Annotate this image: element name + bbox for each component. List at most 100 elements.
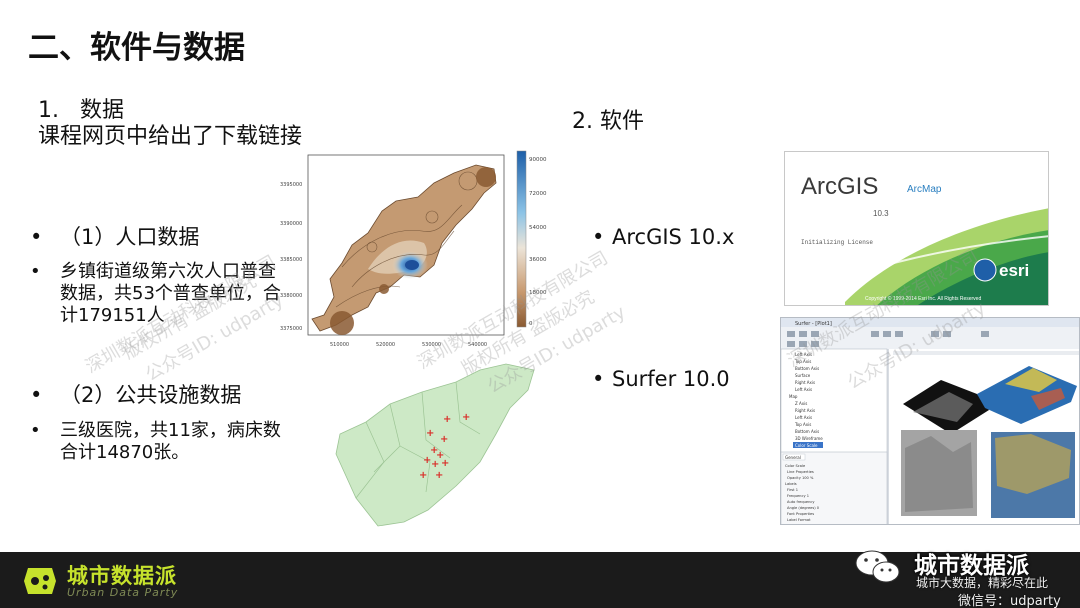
- arcgis-version: 10.3: [873, 209, 889, 218]
- tree-item[interactable]: Bottom Axis: [795, 429, 819, 434]
- bullet-text: （1）人口数据: [60, 225, 200, 249]
- x-axis-ticks: 510000 520000 530000 540000: [330, 342, 487, 348]
- slide-title: 二、软件与数据: [28, 30, 245, 66]
- horizontal-ruler: [893, 351, 1079, 355]
- surfer-screenshot: Surfer - [Plot1] Left Axis Top Axis Bott…: [780, 317, 1080, 525]
- bullet-facilities-detail: • 三级医院，共11家，病床数合计14870张。: [30, 420, 288, 464]
- property-row[interactable]: Line Properties: [787, 470, 814, 474]
- density-peak: [405, 260, 419, 270]
- hospital-marker-icon: +: [419, 470, 427, 481]
- property-row[interactable]: Auto frequency: [787, 500, 815, 504]
- x-tick: 520000: [376, 342, 395, 348]
- tree-item[interactable]: Top Axis: [794, 359, 811, 364]
- bullet-text: 乡镇街道级第六次人口普查数据，共53个普查单位，合计179151人: [60, 261, 281, 326]
- property-row[interactable]: Opacity 100 %: [787, 476, 814, 480]
- esri-logo: esri: [999, 261, 1029, 280]
- toolbar: [781, 327, 1079, 349]
- esri-globe-icon: [973, 258, 997, 282]
- wechat-badge: 城市数据派 城市大数据，精彩尽在此 微信号：udparty: [850, 540, 1080, 608]
- property-row: Labels: [785, 482, 797, 486]
- bullet-text: 三级医院，共11家，病床数合计14870张。: [60, 420, 281, 463]
- tree-item[interactable]: Left Axis: [795, 415, 812, 420]
- tree-item[interactable]: Surface: [795, 373, 811, 378]
- x-tick: 510000: [330, 342, 349, 348]
- wechat-slogan: 城市大数据，精彩尽在此: [916, 576, 1049, 590]
- arcgis-splash-svg: ArcGIS ArcMap 10.3 Initializing License …: [785, 152, 1048, 305]
- hospital-marker-icon: +: [441, 458, 449, 469]
- property-row: Color Scale: [785, 464, 806, 468]
- data-section: 1. 数据 课程网页中给出了下载链接: [38, 98, 302, 150]
- bullet-text: （2）公共设施数据: [60, 383, 242, 407]
- wechat-id: 微信号：udparty: [958, 594, 1061, 608]
- tree-item[interactable]: Bottom Axis: [795, 366, 819, 371]
- legend-tick: 18000: [529, 290, 547, 296]
- logo-shape: [24, 568, 56, 594]
- tree-item[interactable]: Right Axis: [795, 408, 815, 413]
- bullet-population-detail: • 乡镇街道级第六次人口普查数据，共53个普查单位，合计179151人: [30, 261, 288, 327]
- footer-tagline: Urban Data Party: [67, 586, 179, 599]
- property-row[interactable]: Label Format: [787, 518, 811, 522]
- legend-tick: 36000: [529, 257, 547, 263]
- bullet-marker: •: [30, 261, 41, 282]
- udp-logo-icon: [22, 564, 58, 598]
- property-row[interactable]: Frequency 1: [787, 494, 809, 498]
- shaded-relief-texture: [905, 436, 973, 512]
- bullet-surfer: • Surfer 10.0: [592, 366, 730, 392]
- hospital-marker-icon: +: [431, 459, 439, 470]
- legend-tick: 54000: [529, 225, 547, 231]
- y-tick: 3375000: [280, 326, 302, 332]
- bullet-marker: •: [592, 225, 605, 249]
- tree-item[interactable]: Top Axis: [794, 422, 811, 427]
- tree-item-selected[interactable]: Color Scale: [795, 443, 818, 448]
- wechat-bubble-small: [872, 561, 900, 583]
- legend-tick: 72000: [529, 191, 547, 197]
- udp-logo-svg: [24, 568, 56, 594]
- tree-item[interactable]: Z Axis: [795, 401, 807, 406]
- data-subtitle: 课程网页中给出了下载链接: [38, 124, 303, 149]
- license-status: Initializing License: [801, 239, 873, 246]
- bullet-population: • （1）人口数据: [30, 224, 199, 250]
- y-axis-ticks: 3395000 3390000 3385000 3380000 3375000: [280, 182, 302, 332]
- bullet-text: ArcGIS 10.x: [612, 225, 735, 249]
- surfer-window-svg: Surfer - [Plot1] Left Axis Top Axis Bott…: [781, 318, 1079, 524]
- tree-item[interactable]: Left Axis: [795, 352, 812, 357]
- hospital-marker-icon: +: [462, 412, 470, 423]
- logo-dot: [42, 584, 48, 590]
- tree-item[interactable]: Map: [789, 394, 798, 399]
- tree-item[interactable]: Left Axis: [795, 387, 812, 392]
- property-row[interactable]: Font Properties: [787, 512, 814, 516]
- tree-item[interactable]: 3D Wireframe: [795, 436, 823, 441]
- property-row[interactable]: Angle (degrees) 0: [787, 506, 820, 510]
- property-row[interactable]: First 1: [787, 488, 798, 492]
- color-legend-bar: [516, 150, 527, 328]
- bullet-marker: •: [592, 367, 605, 391]
- arcgis-splash-screen: ArcGIS ArcMap 10.3 Initializing License …: [784, 151, 1049, 306]
- population-density-map: 3395000 3390000 3385000 3380000 3375000 …: [272, 147, 552, 355]
- y-tick: 3380000: [280, 293, 302, 299]
- arcmap-product: ArcMap: [907, 184, 942, 195]
- hospital-marker-icon: +: [435, 470, 443, 481]
- hospital-marker-icon: +: [440, 434, 448, 445]
- legend-tick: 0: [529, 321, 533, 327]
- software-heading: 2. 软件: [572, 109, 644, 134]
- legend-tick: 90000: [529, 157, 547, 163]
- logo-dot: [31, 577, 39, 585]
- tab-general-label: General: [785, 455, 801, 460]
- copyright-text: Copyright © 1999-2014 Esri Inc. All Righ…: [865, 295, 981, 302]
- y-tick: 3385000: [280, 257, 302, 263]
- bullet-marker: •: [30, 383, 43, 407]
- bullet-marker: •: [30, 420, 41, 441]
- hospital-location-map: + + + + + + + + + + +: [330, 362, 545, 530]
- bullet-marker: •: [30, 225, 43, 249]
- x-tick: 530000: [422, 342, 441, 348]
- hospital-marker-icon: +: [443, 414, 451, 425]
- hospital-marker-icon: +: [426, 428, 434, 439]
- population-map-svg: 3395000 3390000 3385000 3380000 3375000 …: [280, 150, 547, 348]
- wechat-icon-svg: [855, 550, 900, 583]
- bullet-text: Surfer 10.0: [612, 367, 730, 391]
- window-title: Surfer - [Plot1]: [795, 321, 832, 327]
- tree-item[interactable]: Right Axis: [795, 380, 815, 385]
- y-tick: 3390000: [280, 221, 302, 227]
- legend-ticks: 90000 72000 54000 36000 18000 0: [529, 157, 547, 327]
- arcgis-brand: ArcGIS: [801, 173, 878, 200]
